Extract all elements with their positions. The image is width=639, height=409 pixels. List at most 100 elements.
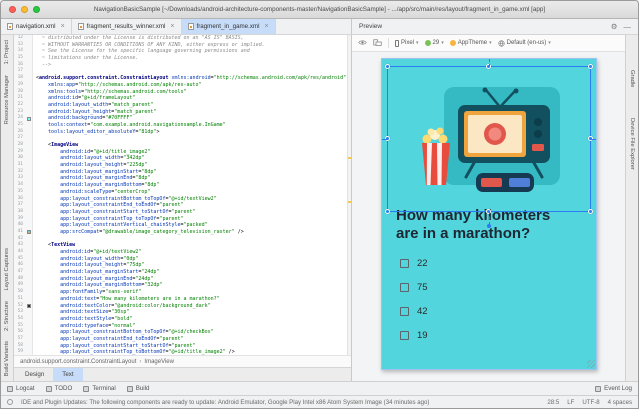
tool-window-button-Build-Variants[interactable]: Build Variants [4,341,10,376]
answer-option-75[interactable]: 75 [400,282,596,293]
code-line[interactable]: 35 android:scaleType="centerCrop" [14,188,351,196]
code-line[interactable]: 22 android:layout_width="match_parent" [14,101,351,109]
code-line[interactable]: 50 app:fontFamily="sans-serif" [14,289,351,296]
checkbox-icon[interactable] [400,282,409,292]
checkbox-icon[interactable] [400,258,409,268]
breadcrumb-item-android-support-constraint-ConstraintLayout[interactable]: android.support.constraint.ConstraintLay… [20,359,136,365]
selection-handle[interactable] [385,136,390,141]
design-surface-icon[interactable] [358,39,367,48]
editor-scrollbar[interactable] [347,35,351,355]
code-line[interactable]: 46 android:layout_height="75dp" [14,262,351,270]
gear-icon[interactable]: ⚙ [611,22,618,32]
code-line[interactable]: 57 app:layout_constraintEnd_toEndOf="par… [14,335,351,343]
tool-window-button-Resource-Manager[interactable]: Resource Manager [4,75,10,124]
code-line[interactable]: 31 android:layout_height="225dp" [14,162,351,169]
device-selector[interactable]: Pixel ▾ [395,39,419,47]
tool-window-button-build[interactable]: Build [126,385,150,392]
warning-stripe-mark[interactable] [347,201,351,204]
checkbox-icon[interactable] [400,330,409,340]
code-line[interactable]: 40 app:layout_constraintVertical_chainSt… [14,222,351,229]
caret-position[interactable]: 28:5 [547,399,559,406]
tool-window-button-1-Project[interactable]: 1: Project [4,40,10,65]
close-window-button[interactable] [9,6,16,13]
code-line[interactable]: 20 xmlns:tools="http://schemas.android.c… [14,88,351,96]
tool-window-button-2-Structure[interactable]: 2: Structure [4,301,10,331]
code-line[interactable]: 28 <ImageView [14,142,351,149]
tab-close-icon[interactable]: × [264,23,268,30]
code-line[interactable]: 15 ~ limitations under the License. [14,55,351,62]
code-line[interactable]: 30 android:layout_width="342dp" [14,155,351,163]
breadcrumb-item-ImageView[interactable]: ImageView [144,359,174,365]
code-line[interactable]: 38 app:layout_constraintStart_toStartOf=… [14,208,351,216]
selection-handle[interactable] [385,64,390,69]
indent-indicator[interactable]: 4 spaces [608,399,632,406]
line-ending-indicator[interactable]: LF [567,399,574,406]
checkbox-icon[interactable] [400,306,409,316]
mode-tab-text[interactable]: Text [53,368,83,381]
code-line[interactable]: 33 android:layout_marginEnd="8dp" [14,175,351,183]
answer-option-22[interactable]: 22 [400,258,596,269]
code-line[interactable]: 47 android:layout_marginStart="24dp" [14,269,351,276]
color-swatch-cyan[interactable] [26,116,31,121]
code-line[interactable]: 59 app:layout_constraintTop_toBottomOf="… [14,349,351,355]
answer-option-42[interactable]: 42 [400,306,596,317]
selection-handle[interactable] [588,136,593,141]
tool-window-button-Device-File-Explorer[interactable]: Device File Explorer [629,118,635,170]
code-line[interactable]: 48 android:layout_marginEnd="24dp" [14,275,351,283]
code-line[interactable]: 55 android:typeface="normal" [14,322,351,330]
code-line[interactable]: 32 android:layout_marginStart="8dp" [14,168,351,176]
code-line[interactable]: 58 app:layout_constraintStart_toStartOf=… [14,342,351,350]
selection-handle[interactable] [588,64,593,69]
code-line[interactable]: 23 android:layout_height="match_parent" [14,108,351,116]
tool-window-button-logcat[interactable]: Logcat [7,385,35,392]
zoom-window-button[interactable] [33,6,40,13]
locale-selector[interactable]: Default (en-us) ▾ [498,39,551,47]
answer-option-19[interactable]: 19 [400,330,596,341]
warning-stripe-mark[interactable] [347,156,351,159]
encoding-indicator[interactable]: UTF-8 [582,399,599,406]
selection-handle[interactable] [588,209,593,214]
preview-phone-screen[interactable]: How many kilometers are in a marathon? 2… [381,58,597,370]
code-line[interactable]: 26 tools:layout_editor_absoluteY="81dp"> [14,128,351,136]
update-info-icon[interactable] [7,399,13,405]
editor-tab-navigation-xml[interactable]: navigation.xml × [1,19,72,34]
orientation-icon[interactable] [373,38,382,48]
tab-close-icon[interactable]: × [170,23,174,30]
selection-handle[interactable] [385,209,390,214]
editor-tab-fragment_in_game-xml[interactable]: fragment_in_game.xml × [181,19,276,34]
code-line[interactable]: 43 <TextView [14,242,351,249]
code-line[interactable]: 27 [14,135,351,142]
tool-window-button-Layout-Captures[interactable]: Layout Captures [4,248,10,291]
code-line[interactable]: 25 tools:context="com.example.android.na… [14,121,351,129]
api-selector[interactable]: 29 ▾ [424,40,444,46]
tool-window-button-Gradle[interactable]: Gradle [629,70,635,87]
color-swatch-dark[interactable] [26,303,31,308]
hide-panel-icon[interactable]: — [624,22,632,32]
code-line[interactable]: 14 ~ See the License for the specific la… [14,48,351,56]
code-line[interactable]: 53 android:textSize="30sp" [14,309,351,316]
code-line[interactable]: 17 [14,68,351,76]
tool-window-button-todo[interactable]: TODO [45,385,72,392]
code-line[interactable]: 12 ~ distributed under the License is di… [14,35,351,42]
code-line[interactable]: 16 --> [14,61,351,69]
code-line[interactable]: 13 ~ WITHOUT WARRANTIES OR CONDITIONS OF… [14,41,351,49]
code-line[interactable]: 41 app:srcCompat="@drawable/image_catego… [14,228,351,236]
code-line[interactable]: 54 android:textStyle="bold" [14,315,351,323]
design-surface[interactable]: How many kilometers are in a marathon? 2… [352,52,625,381]
code-line[interactable]: 44 android:id="@+id/textView2" [14,249,351,256]
code-line[interactable]: 36 app:layout_constraintBottom_toTopOf="… [14,195,351,203]
mode-tab-design[interactable]: Design [16,368,53,381]
code-line[interactable]: 19 xmlns:app="http://schemas.android.com… [14,81,351,89]
selection-handle[interactable] [486,64,491,69]
code-editor[interactable]: 12 ~ distributed under the License is di… [14,35,351,355]
code-line[interactable]: 37 app:layout_constraintEnd_toEndOf="par… [14,202,351,209]
code-line[interactable]: 39 app:layout_constraintTop_toTopOf="par… [14,215,351,223]
code-line[interactable]: 51 android:text="How many kilometers are… [14,295,351,303]
minimize-window-button[interactable] [21,6,28,13]
code-line[interactable]: 49 android:layout_marginBottom="32dp" [14,282,351,290]
code-line[interactable]: 24 android:background="#70FFFF" [14,115,351,122]
code-line[interactable]: 34 android:layout_marginBottom="8dp" [14,182,351,189]
code-line[interactable]: 18 <android.support.constraint.Constraint… [14,75,351,82]
drawable-preview-thumbnail[interactable] [26,230,31,235]
code-line[interactable]: 52 android:textColor="@android:color/bac… [14,302,351,310]
